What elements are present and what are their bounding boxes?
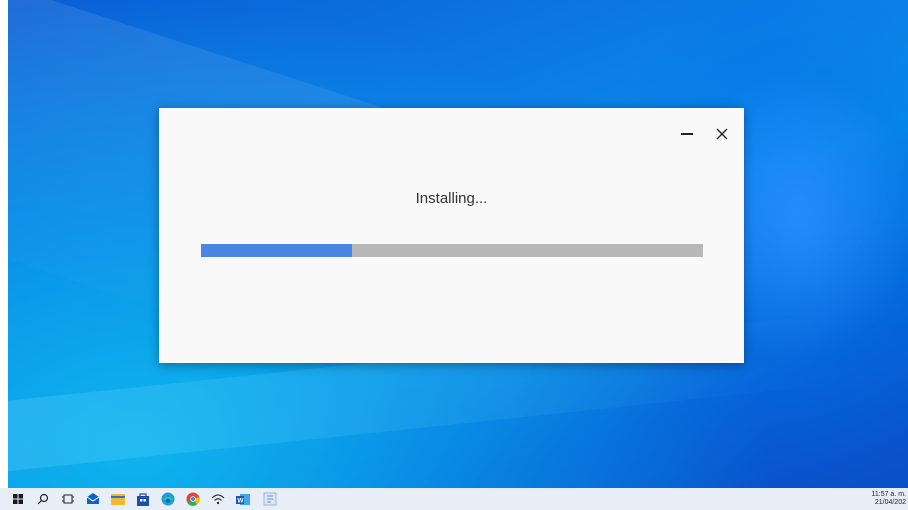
install-progress-bar [201, 244, 703, 257]
installer-window: Installing... [159, 108, 744, 363]
close-icon [716, 128, 728, 140]
install-progress-fill [201, 244, 352, 257]
windows-start-icon[interactable] [10, 491, 26, 507]
task-view-icon[interactable] [60, 491, 76, 507]
clock-time: 11:57 a. m. [871, 491, 906, 498]
mail-icon[interactable] [85, 491, 101, 507]
taskbar-clock[interactable]: 11:57 a. m. 21/04/202 [866, 491, 906, 507]
word-icon[interactable]: W [235, 491, 251, 507]
close-button[interactable] [710, 122, 734, 146]
wifi-icon[interactable] [210, 491, 226, 507]
install-status-text: Installing... [415, 190, 488, 207]
clock-date: 21/04/202 [874, 499, 906, 506]
minimize-icon [681, 133, 693, 135]
store-icon[interactable] [135, 491, 151, 507]
chrome-icon[interactable] [185, 491, 201, 507]
svg-text:W: W [237, 497, 244, 504]
search-icon[interactable] [35, 491, 51, 507]
minimize-button[interactable] [675, 122, 699, 146]
file-explorer-icon[interactable] [110, 491, 126, 507]
edge-icon[interactable] [160, 491, 176, 507]
installer-icon[interactable] [262, 491, 278, 507]
taskbar: W 11:57 a. m. 21/04/202 [0, 488, 908, 510]
